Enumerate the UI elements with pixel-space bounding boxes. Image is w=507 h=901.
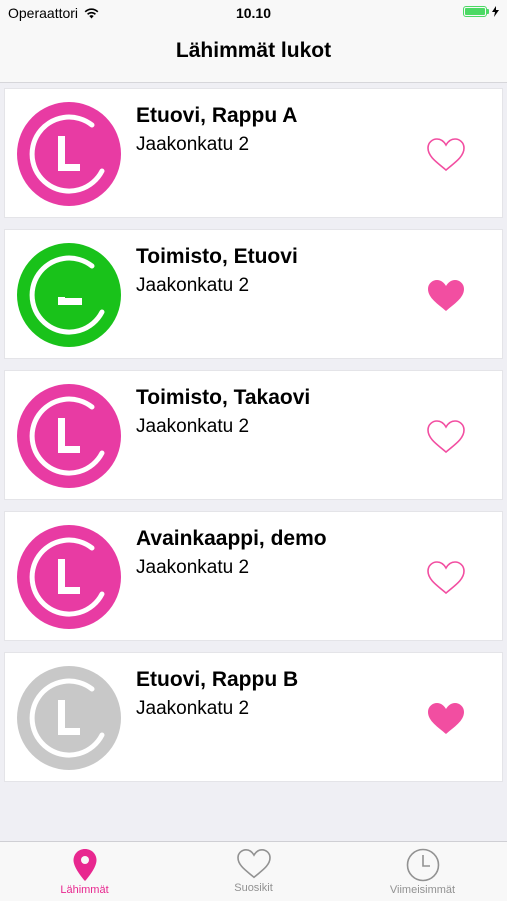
heart-icon — [236, 848, 271, 879]
lock-address: Jaakonkatu 2 — [136, 416, 250, 437]
lock-row[interactable]: Etuovi, Rappu B Jaakonkatu 2 — [4, 652, 503, 782]
favorite-heart-outline-icon[interactable] — [426, 137, 466, 173]
favorite-heart-filled-icon[interactable] — [426, 278, 466, 314]
lock-name: Toimisto, Takaovi — [136, 386, 311, 409]
status-bar: Operaattori 10.10 — [0, 0, 507, 28]
battery-icon — [463, 6, 499, 17]
tab-bar: Lähimmät Suosikit Viimeisimmät — [0, 841, 507, 901]
favorite-heart-filled-icon[interactable] — [426, 701, 466, 737]
lock-row[interactable]: Avainkaappi, demo Jaakonkatu 2 — [4, 511, 503, 641]
tab-recent[interactable]: Viimeisimmät — [338, 842, 507, 901]
charging-bolt-icon — [492, 6, 499, 17]
lock-name: Toimisto, Etuovi — [136, 245, 298, 268]
lock-name: Avainkaappi, demo — [136, 527, 327, 550]
lock-icon — [17, 525, 121, 629]
tab-favorites[interactable]: Suosikit — [169, 842, 338, 901]
navigation-bar: Lähimmät lukot — [0, 28, 507, 83]
lock-row[interactable]: Etuovi, Rappu A Jaakonkatu 2 — [4, 88, 503, 218]
lock-address: Jaakonkatu 2 — [136, 557, 250, 578]
lock-icon — [17, 102, 121, 206]
tab-label: Suosikit — [234, 882, 273, 894]
lock-name: Etuovi, Rappu B — [136, 668, 299, 691]
lock-address: Jaakonkatu 2 — [136, 134, 250, 155]
favorite-heart-outline-icon[interactable] — [426, 419, 466, 455]
tab-nearby[interactable]: Lähimmät — [0, 842, 169, 901]
page-title: Lähimmät lukot — [175, 39, 332, 62]
lock-name: Etuovi, Rappu A — [136, 104, 298, 127]
tab-label: Viimeisimmät — [389, 884, 456, 896]
lock-address: Jaakonkatu 2 — [136, 698, 250, 719]
lock-icon — [17, 384, 121, 488]
favorite-heart-outline-icon[interactable] — [426, 560, 466, 596]
lock-icon — [17, 666, 121, 770]
status-time: 10.10 — [235, 5, 272, 21]
lock-open-icon — [17, 243, 121, 347]
clock-icon — [406, 848, 439, 882]
tab-label: Lähimmät — [60, 884, 109, 896]
lock-row[interactable]: Toimisto, Etuovi Jaakonkatu 2 — [4, 229, 503, 359]
location-pin-icon — [73, 849, 96, 881]
lock-address: Jaakonkatu 2 — [136, 275, 250, 296]
lock-row[interactable]: Toimisto, Takaovi Jaakonkatu 2 — [4, 370, 503, 500]
